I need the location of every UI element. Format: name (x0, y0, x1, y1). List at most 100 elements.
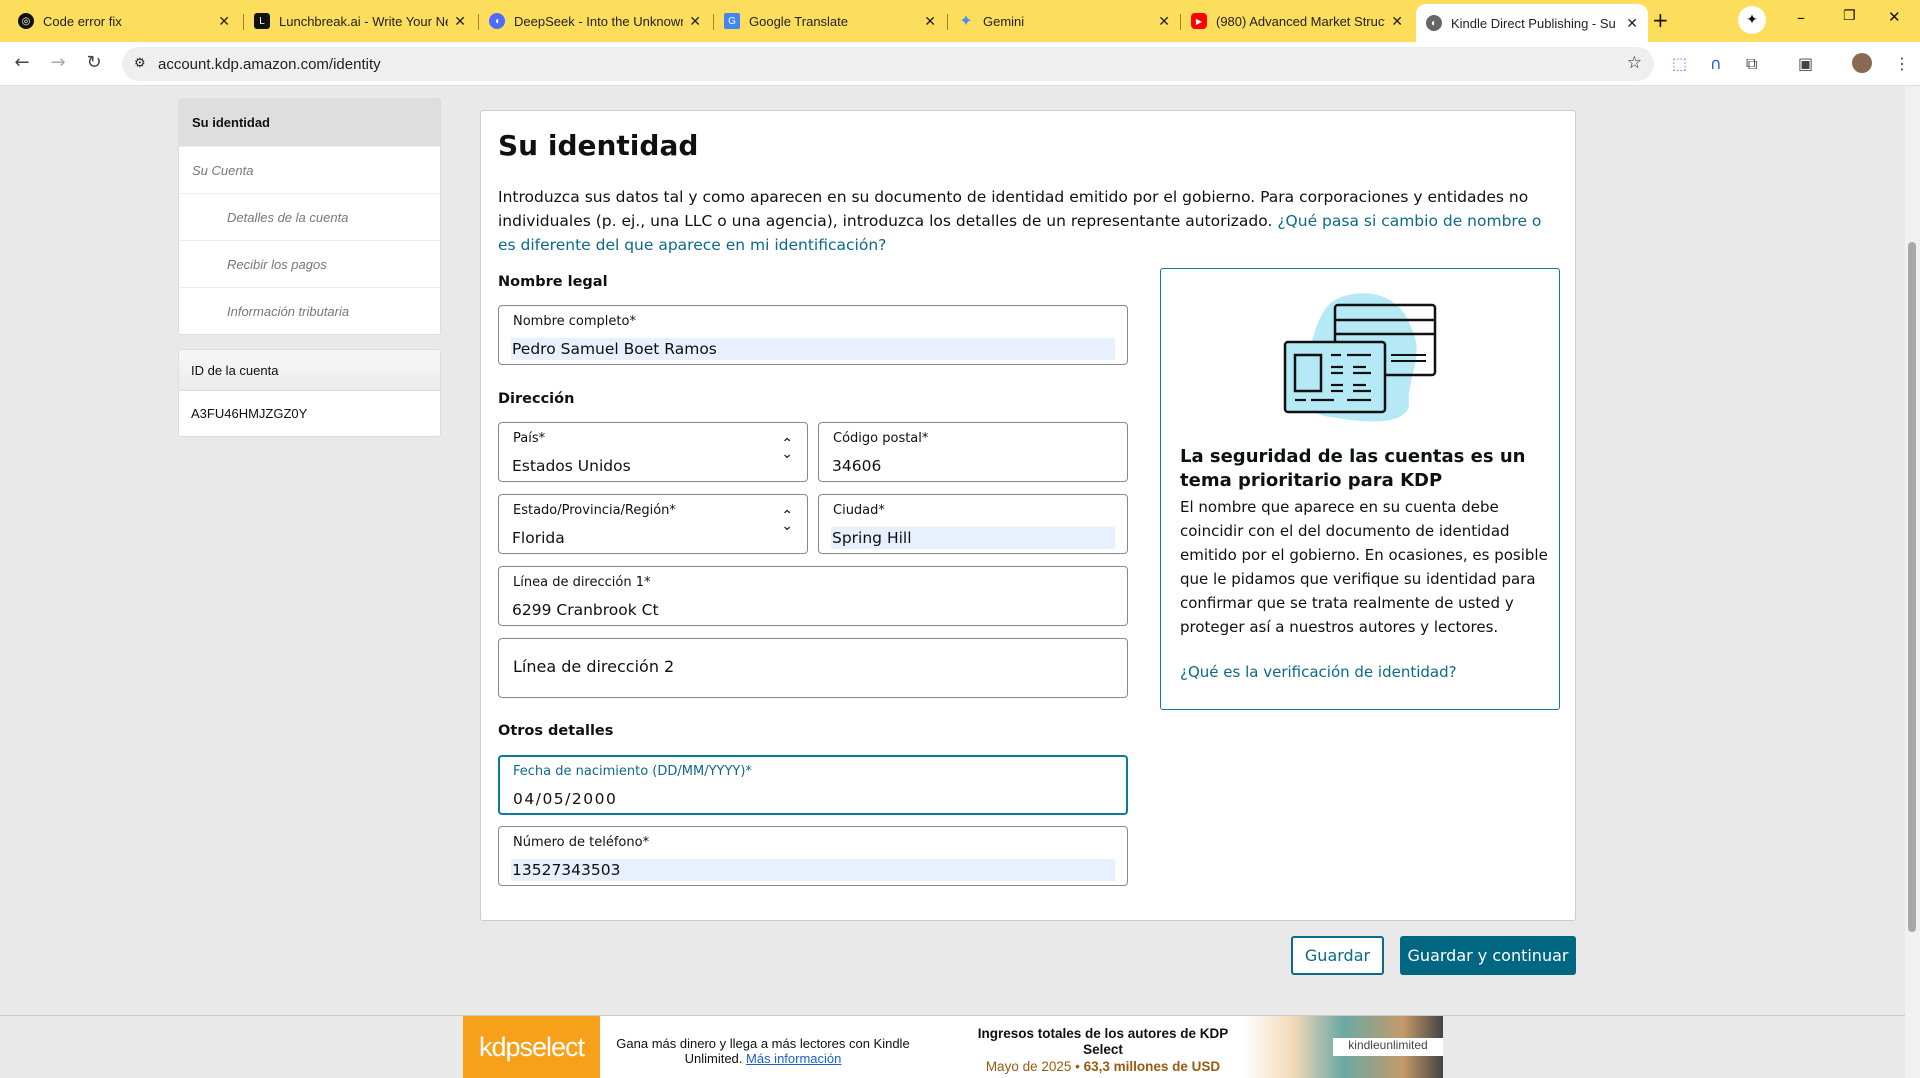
close-icon[interactable]: ✕ (454, 13, 466, 30)
tab-lunchbreak[interactable]: L Lunchbreak.ai - Write Your Ne ✕ (244, 6, 476, 36)
identity-card: Su identidad Introduzca sus datos tal y … (480, 110, 1576, 921)
country-select[interactable]: País* Estados Unidos ⌃ ⌄ (498, 422, 808, 482)
field-value: 13527343503 (511, 859, 1115, 881)
translate-icon: G (724, 13, 740, 29)
back-icon[interactable]: ← (10, 52, 34, 73)
other-details-heading: Otros detalles (498, 723, 614, 739)
reload-icon[interactable]: ↻ (82, 52, 106, 73)
translate-extension-icon[interactable]: ⬚ (1672, 54, 1687, 73)
sidebar-item-su-cuenta[interactable]: Su Cuenta (179, 146, 440, 193)
restore-button[interactable]: ❐ (1843, 8, 1856, 24)
tab-title: Code error fix (43, 13, 122, 29)
tab-title: Kindle Direct Publishing - Su id (1451, 15, 1621, 31)
kdp-select-logo: kdpselect (463, 1016, 600, 1078)
field-label: Código postal* (833, 431, 929, 446)
new-tab-button[interactable]: + (1652, 8, 1669, 32)
scrollbar[interactable] (1905, 86, 1920, 1078)
city-field[interactable]: Ciudad* Spring Hill (818, 494, 1128, 554)
address-heading: Dirección (498, 391, 575, 407)
address-bar[interactable]: ⚙ account.kdp.amazon.com/identity ☆ (122, 47, 1654, 81)
field-placeholder: Línea de dirección 2 (513, 657, 675, 676)
kindle-unlimited-logo: kindleunlimited (1333, 1038, 1443, 1056)
more-info-link[interactable]: Más información (746, 1051, 841, 1066)
sidebar: Su identidad Su Cuenta Detalles de la cu… (178, 98, 441, 437)
browser-toolbar: ← → ↻ ⚙ account.kdp.amazon.com/identity … (0, 42, 1920, 86)
tab-title: Google Translate (749, 13, 849, 29)
field-label: Número de teléfono* (513, 835, 650, 850)
identity-verification-link[interactable]: ¿Qué es la verificación de identidad? (1180, 663, 1457, 681)
sidebar-item-pagos[interactable]: Recibir los pagos (179, 240, 440, 287)
birth-date-field[interactable]: Fecha de nacimiento (DD/MM/YYYY)* 04/05/… (498, 755, 1128, 815)
tab-bar: ◎ Code error fix ✕ L Lunchbreak.ai - Write … (0, 0, 1920, 42)
field-label: Nombre completo* (513, 314, 636, 329)
sidebar-item-detalles[interactable]: Detalles de la cuenta (179, 193, 440, 240)
address-line-1-field[interactable]: Línea de dirección 1* 6299 Cranbrook Ct (498, 566, 1128, 626)
tab-google-translate[interactable]: G Google Translate ✕ (714, 6, 946, 36)
close-icon[interactable]: ✕ (1158, 13, 1170, 30)
tab-title: DeepSeek - Into the Unknown (514, 13, 684, 29)
gemini-button[interactable]: ✦ (1738, 6, 1766, 34)
youtube-icon: ▶ (1191, 13, 1207, 29)
earnings-title: Ingresos totales de los autores de KDP S… (977, 1026, 1229, 1057)
earnings-line: Mayo de 2025 • 63,3 millones de USD (985, 1059, 1221, 1074)
tab-youtube[interactable]: ▶ (980) Advanced Market Structu ✕ (1181, 6, 1413, 36)
close-icon[interactable]: ✕ (1391, 13, 1403, 30)
gemini-icon: ✦ (959, 13, 973, 30)
banner-text: Gana más dinero y llega a más lectores c… (613, 1036, 913, 1066)
kdp-select-banner[interactable]: kdpselect Gana más dinero y llega a más … (463, 1016, 1443, 1078)
field-value: Estados Unidos (512, 457, 631, 475)
bookmark-star-icon[interactable]: ☆ (1627, 53, 1642, 73)
phone-field[interactable]: Número de teléfono* 13527343503 (498, 826, 1128, 886)
logo-text: kdpselect (478, 1031, 585, 1062)
full-name-field[interactable]: Nombre completo* Pedro Samuel Boet Ramos (498, 305, 1128, 365)
openai-icon: ◎ (18, 13, 34, 29)
field-value: 6299 Cranbrook Ct (512, 601, 659, 619)
extensions-puzzle-icon[interactable]: ⧉ (1746, 54, 1757, 74)
address-line-2-field[interactable]: Línea de dirección 2 (498, 638, 1128, 698)
extension-icon[interactable]: ∩ (1710, 54, 1722, 73)
id-card-illustration (1283, 293, 1437, 422)
site-info-icon[interactable]: ⚙ (134, 55, 146, 71)
close-icon[interactable]: ✕ (924, 13, 936, 30)
forward-icon[interactable]: → (46, 52, 70, 73)
scrollbar-thumb[interactable] (1908, 242, 1916, 932)
security-info-panel: La seguridad de las cuentas es un tema p… (1160, 268, 1560, 710)
sidebar-item-tributaria[interactable]: Información tributaria (179, 287, 440, 334)
tab-title: Lunchbreak.ai - Write Your Ne (279, 13, 449, 29)
earnings-amount: 63,3 millones de USD (1083, 1059, 1221, 1074)
tab-code-error-fix[interactable]: ◎ Code error fix ✕ (8, 6, 240, 36)
postal-code-field[interactable]: Código postal* 34606 (818, 422, 1128, 482)
tab-kdp[interactable]: ◐ Kindle Direct Publishing - Su id ✕ (1416, 4, 1648, 42)
lunchbreak-icon: L (254, 13, 270, 29)
field-value: 04/05/2000 (513, 790, 618, 808)
state-select[interactable]: Estado/Provincia/Región* Florida ⌃ ⌄ (498, 494, 808, 554)
save-continue-button[interactable]: Guardar y continuar (1400, 936, 1576, 975)
kindle-unlimited-image: kindleunlimited (1243, 1016, 1443, 1078)
avatar[interactable] (1852, 53, 1872, 73)
field-value: Florida (512, 529, 565, 547)
tab-title: Gemini (983, 13, 1025, 29)
tab-search-icon[interactable]: ▣ (1798, 54, 1813, 73)
save-button[interactable]: Guardar (1291, 936, 1384, 975)
globe-icon: ◐ (1426, 15, 1442, 31)
chevron-up-down-icon: ⌃ ⌄ (781, 508, 793, 534)
close-icon[interactable]: ✕ (1626, 15, 1638, 32)
account-id-value: A3FU46HMJZGZ0Y (191, 406, 308, 421)
tab-gemini[interactable]: ✦ Gemini ✕ (948, 6, 1180, 36)
close-icon[interactable]: ✕ (689, 13, 701, 30)
tab-deepseek[interactable]: ◖ DeepSeek - Into the Unknown ✕ (479, 6, 711, 36)
menu-icon[interactable]: ⋮ (1894, 54, 1910, 73)
close-icon[interactable]: ✕ (218, 13, 230, 30)
close-window-button[interactable]: ✕ (1888, 8, 1901, 26)
field-label: Estado/Provincia/Región* (513, 503, 676, 518)
sidebar-item-su-identidad[interactable]: Su identidad (179, 99, 440, 146)
field-label: País* (513, 431, 546, 446)
earnings-period: Mayo de 2025 (985, 1059, 1072, 1074)
minimize-button[interactable]: – (1797, 8, 1805, 27)
tab-title: (980) Advanced Market Structu (1216, 13, 1386, 29)
panel-body: El nombre que aparece en su cuenta debe … (1180, 498, 1548, 636)
account-id-label: ID de la cuenta (179, 350, 440, 391)
deepseek-icon: ◖ (489, 13, 505, 29)
field-value: Spring Hill (831, 527, 1115, 549)
url-text: account.kdp.amazon.com/identity (158, 55, 381, 73)
